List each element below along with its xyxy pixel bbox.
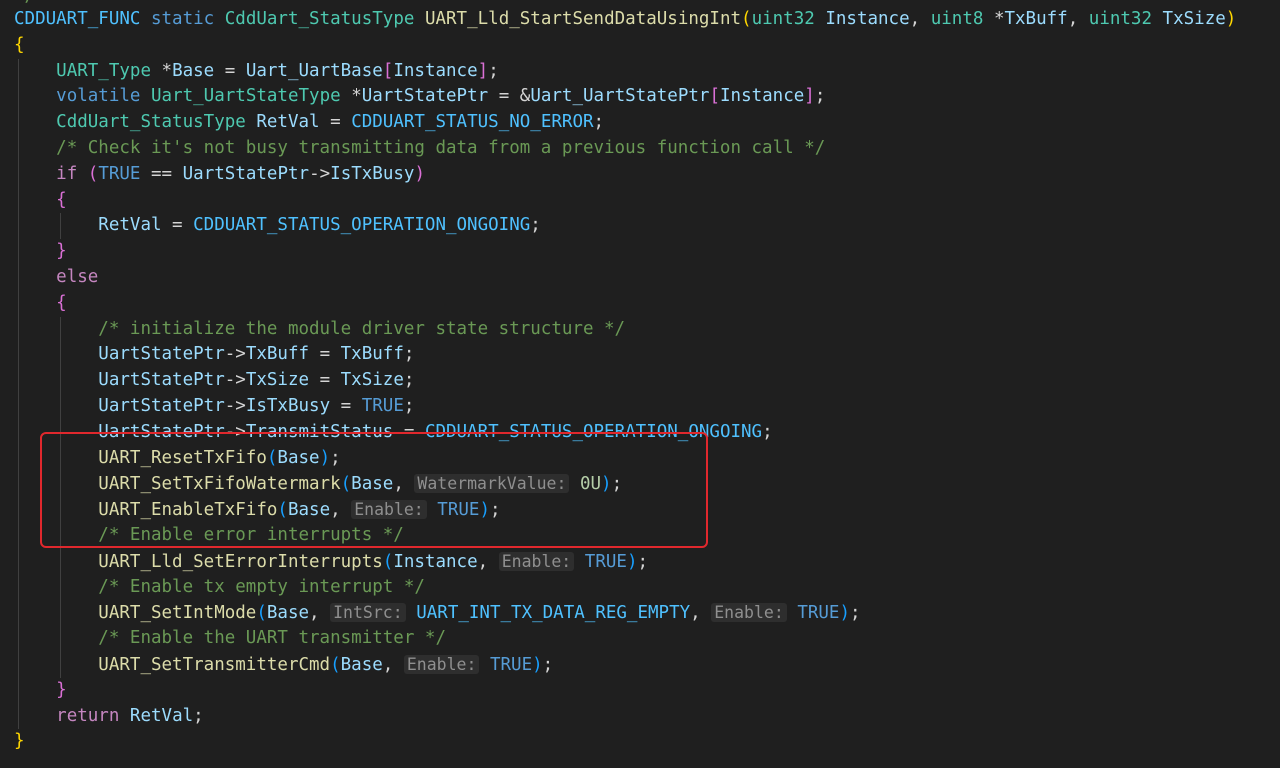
var-name: Instance — [720, 86, 805, 107]
code-line-return: return RetVal; — [14, 703, 1236, 730]
field-name: TxSize — [245, 370, 310, 391]
inlay-hint: IntSrc: — [330, 603, 406, 623]
var-name: TxBuff — [340, 344, 404, 365]
inlay-hint: Enable: — [498, 551, 575, 571]
code-line-base-decl: UART_Type *Base = Uart_UartBase[Instance… — [14, 58, 1236, 85]
macro-name: CDDUART_STATUS_OPERATION_ONGOING — [193, 215, 531, 236]
else-keyword: else — [56, 266, 99, 287]
param-name: TxSize — [1162, 9, 1226, 29]
type-name: Uart_UartStateType — [151, 86, 341, 107]
field-name: TxBuff — [245, 344, 310, 365]
macro-name: TRUE — [361, 395, 404, 416]
code-area[interactable]: CDDUART_FUNC static CddUart_StatusType U… — [14, 7, 1236, 755]
var-name: UartStatePtr — [98, 370, 225, 391]
static-keyword: static — [150, 9, 215, 29]
var-name: Uart_UartStatePtr — [530, 86, 710, 107]
comment-text: /* Enable the UART transmitter */ — [98, 628, 446, 649]
code-line-assign: RetVal = CDDUART_STATUS_OPERATION_ONGOIN… — [14, 213, 1236, 240]
code-line-call: UART_Lld_SetErrorInterrupts(Instance, En… — [14, 548, 1236, 575]
code-line-comment: /* Enable the UART transmitter */ — [14, 626, 1236, 652]
macro-name: TRUE — [797, 603, 840, 624]
highlight-annotation-box — [40, 432, 708, 548]
var-name: Base — [266, 603, 310, 624]
code-line-open-brace: { — [14, 34, 25, 55]
var-name: TxSize — [340, 370, 404, 391]
macro-name: TRUE — [98, 163, 141, 184]
code-line-comment: /* Check it's not busy transmitting data… — [14, 135, 1236, 162]
var-name: UartStatePtr — [182, 163, 310, 184]
var-name: UartStatePtr — [98, 395, 225, 416]
macro-name: UART_INT_TX_DATA_REG_EMPTY — [416, 603, 691, 624]
volatile-keyword: volatile — [56, 86, 141, 107]
code-line-assign: UartStatePtr->TxSize = TxSize; — [14, 368, 1236, 394]
code-line-assign: UartStatePtr->IsTxBusy = TRUE; — [14, 393, 1236, 420]
param-type: uint32 — [1088, 9, 1152, 29]
function-call: UART_Lld_SetErrorInterrupts — [98, 551, 383, 572]
code-line-retval-decl: CddUart_StatusType RetVal = CDDUART_STAT… — [14, 110, 1236, 136]
code-line-close-brace: } — [14, 239, 1236, 265]
type-name: CddUart_StatusType — [56, 112, 246, 133]
code-line-else: else — [14, 264, 1236, 291]
code-editor[interactable]: */ CDDUART_FUNC static CddUart_StatusTyp… — [0, 0, 1280, 768]
code-line-signature: CDDUART_FUNC static CddUart_StatusType U… — [14, 9, 1237, 29]
param-type: uint8 — [930, 9, 984, 29]
function-name: UART_Lld_StartSendDataUsingInt — [424, 9, 742, 29]
var-name: UartStatePtr — [98, 344, 225, 365]
code-line-open-brace: { — [14, 290, 1236, 317]
var-name: Base — [340, 654, 383, 675]
code-line-close-brace: } — [14, 731, 25, 752]
var-name: RetVal — [129, 705, 194, 726]
code-line-assign: UartStatePtr->TxBuff = TxBuff; — [14, 342, 1236, 369]
code-line-close-brace: } — [14, 677, 1236, 704]
code-line-comment: /* Enable tx empty interrupt */ — [14, 574, 1236, 601]
code-line-state-decl: volatile Uart_UartStateType *UartStatePt… — [14, 84, 1236, 111]
code-line-comment: /* initialize the module driver state st… — [14, 316, 1236, 343]
function-call: UART_SetIntMode — [98, 603, 257, 624]
code-line-if: if (TRUE == UartStatePtr->IsTxBusy) — [14, 161, 1236, 188]
param-name: Instance — [825, 9, 910, 29]
clipped-comment-end: */ — [14, 0, 35, 6]
macro-name: CDDUART_STATUS_NO_ERROR — [351, 112, 594, 133]
macro-name: TRUE — [489, 654, 533, 675]
var-name: UartStatePtr — [361, 86, 489, 107]
var-name: Instance — [393, 60, 478, 81]
function-call: UART_SetTransmitterCmd — [98, 654, 331, 675]
param-type: uint32 — [751, 9, 815, 29]
var-name: Base — [172, 60, 215, 81]
return-type: CddUart_StatusType — [224, 9, 415, 29]
func-macro: CDDUART_FUNC — [14, 9, 141, 29]
comment-text: /* Enable tx empty interrupt */ — [98, 576, 425, 597]
param-name: TxBuff — [1004, 9, 1068, 29]
type-name: UART_Type — [56, 60, 151, 81]
var-name: RetVal — [98, 215, 162, 236]
field-name: IsTxBusy — [330, 163, 415, 184]
field-name: IsTxBusy — [245, 395, 331, 416]
code-line-call: UART_SetIntMode(Base, IntSrc: UART_INT_T… — [14, 600, 1236, 627]
var-name: RetVal — [256, 112, 320, 133]
var-name: Instance — [393, 551, 478, 572]
comment-text: /* initialize the module driver state st… — [98, 318, 626, 339]
var-name: Uart_UartBase — [245, 60, 383, 81]
macro-name: TRUE — [584, 551, 627, 572]
inlay-hint: Enable: — [403, 654, 480, 674]
if-keyword: if — [56, 163, 78, 184]
comment-text: /* Check it's not busy transmitting data… — [56, 137, 826, 158]
code-line-call: UART_SetTransmitterCmd(Base, Enable: TRU… — [14, 651, 1236, 678]
return-keyword: return — [56, 705, 120, 726]
code-line-open-brace: { — [14, 187, 1236, 214]
inlay-hint: Enable: — [711, 603, 787, 623]
